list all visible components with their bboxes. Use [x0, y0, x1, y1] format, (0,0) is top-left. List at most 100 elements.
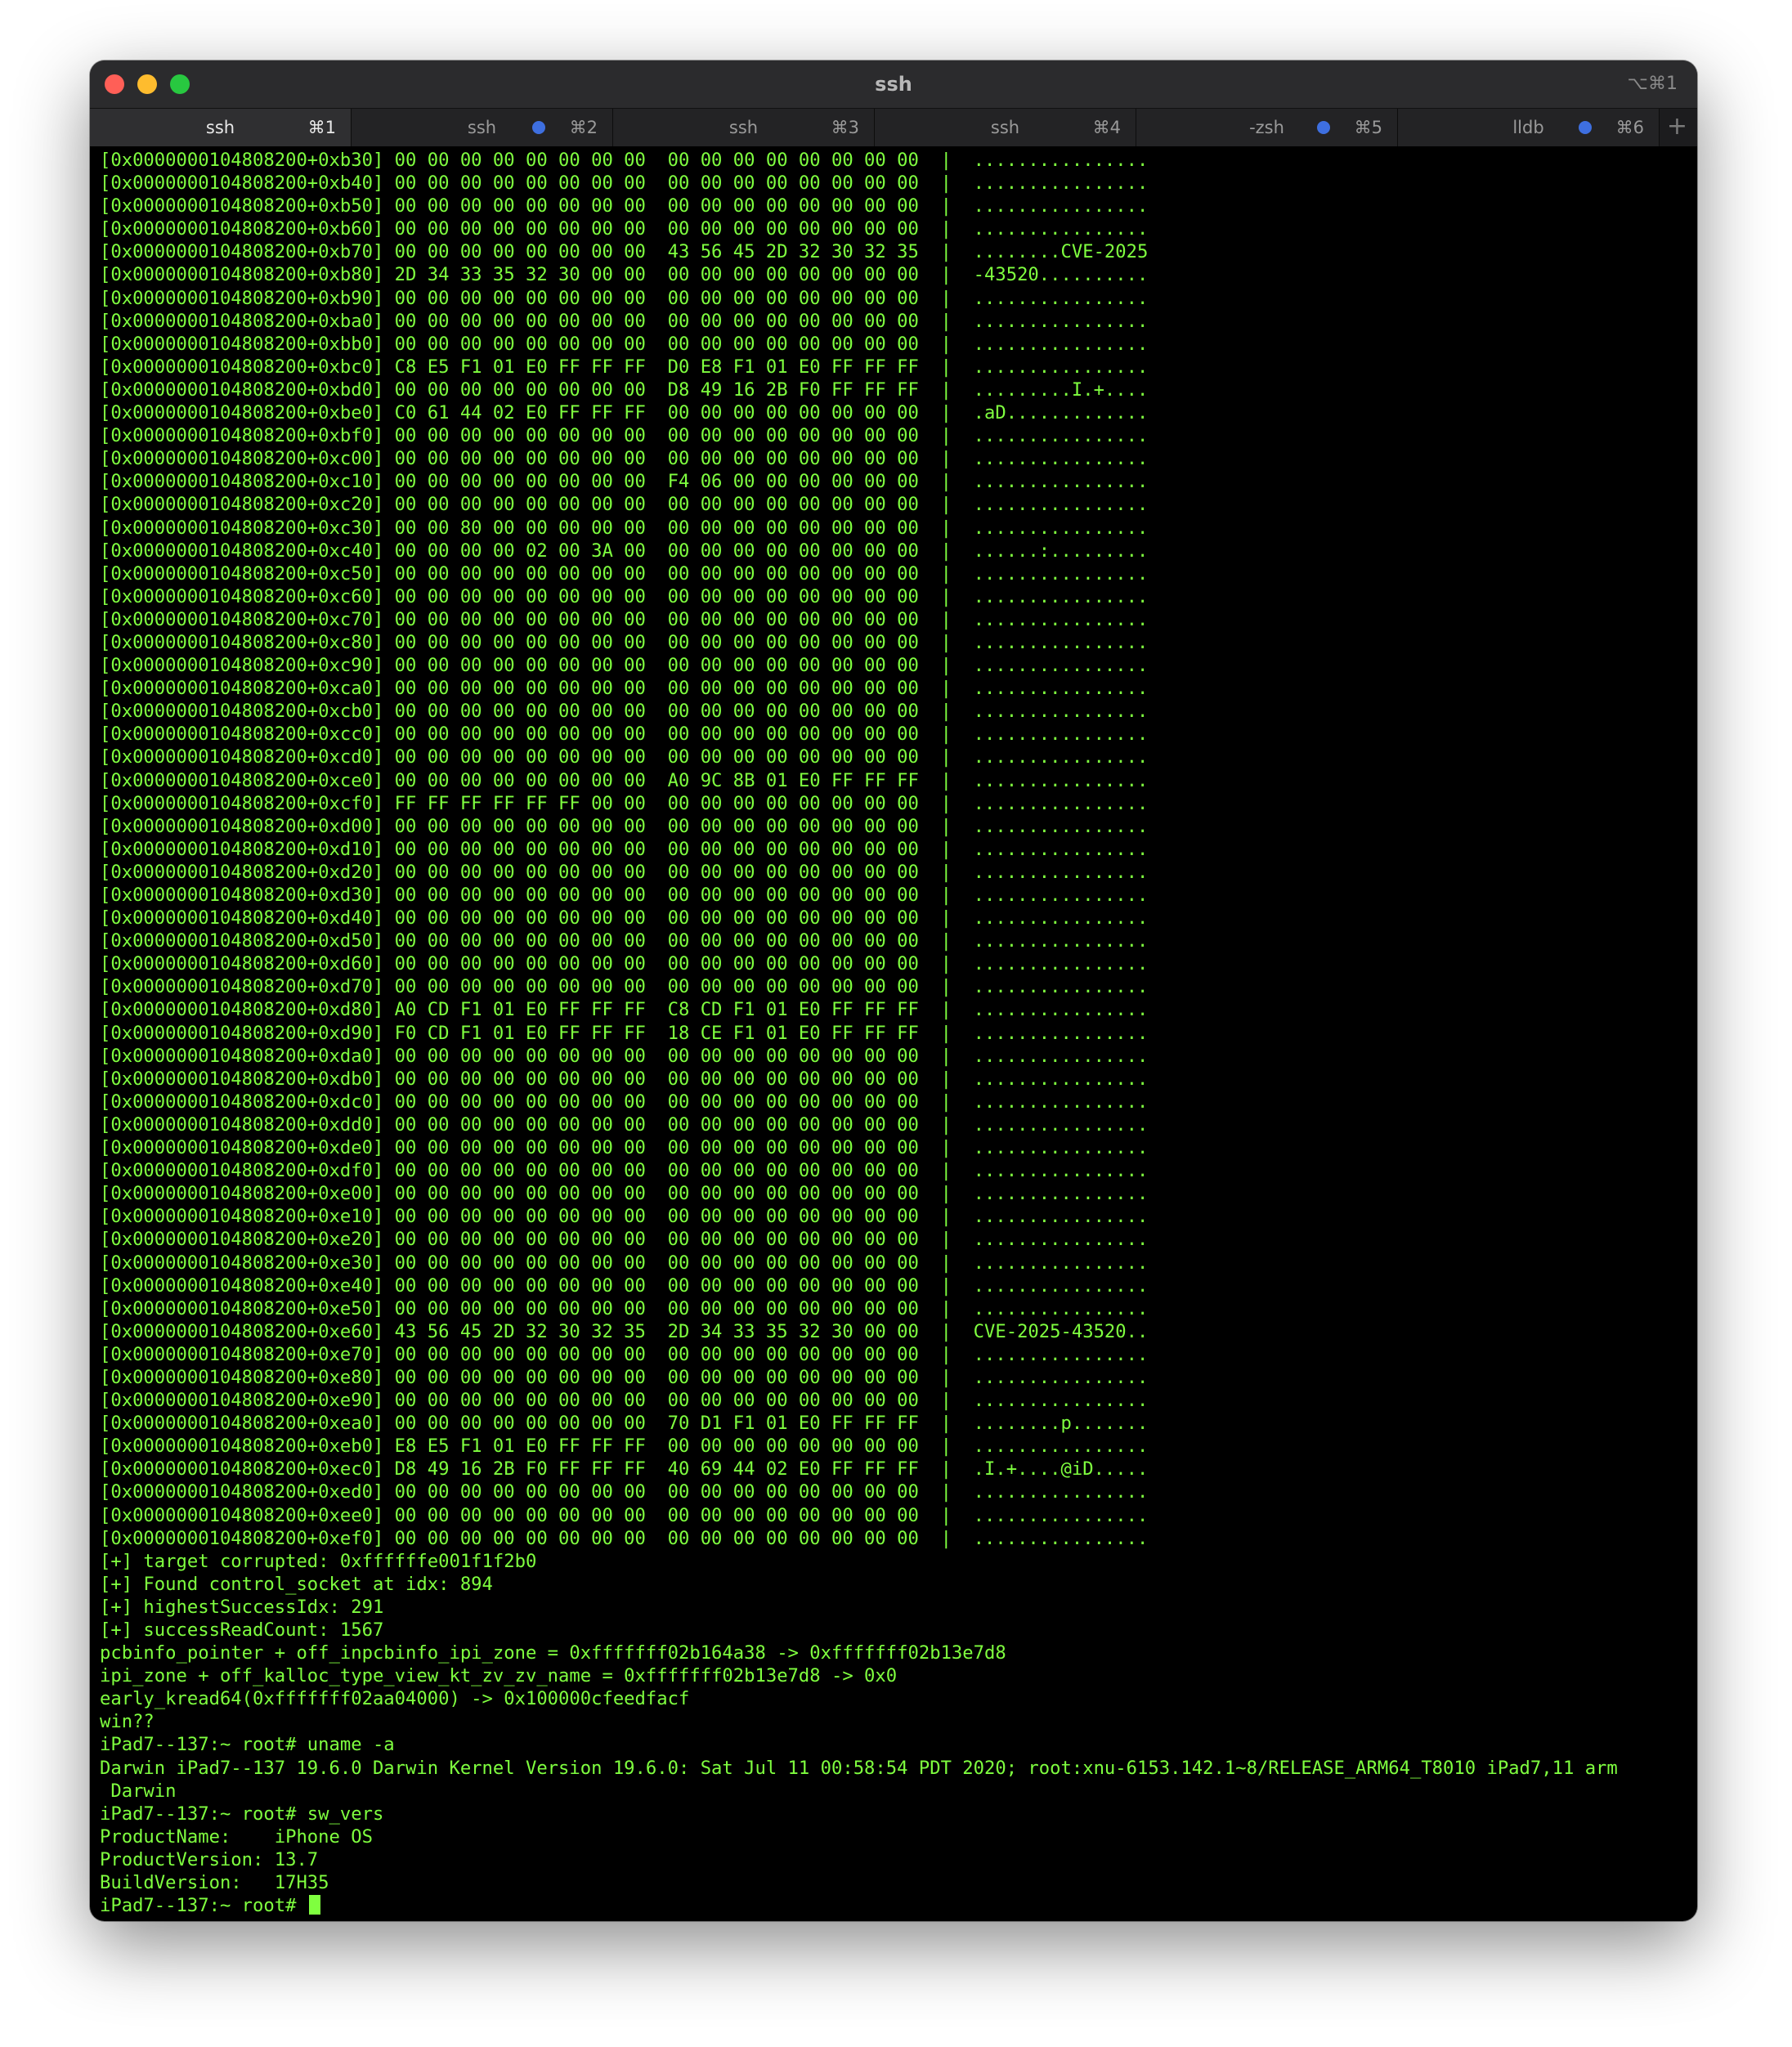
terminal-line: [0x0000000104808200+0xc30] 00 00 80 00 0… [100, 517, 1149, 539]
activity-dot-icon [1317, 121, 1330, 134]
terminal-line: [0x0000000104808200+0xdb0] 00 00 00 00 0… [100, 1068, 1149, 1090]
terminal-line: [0x0000000104808200+0xe20] 00 00 00 00 0… [100, 1229, 1149, 1251]
cursor-icon [308, 1895, 320, 1915]
terminal-line: [0x0000000104808200+0xc70] 00 00 00 00 0… [100, 608, 1149, 630]
terminal-window: ssh ⌥⌘1 ssh ⌘1 ssh ⌘2 ssh ⌘3 ssh ⌘4 -zsh… [90, 60, 1697, 1921]
terminal-line: [0x0000000104808200+0xe70] 00 00 00 00 0… [100, 1343, 1149, 1365]
terminal-line: [0x0000000104808200+0xeb0] E8 E5 F1 01 E… [100, 1436, 1149, 1458]
terminal-line: [0x0000000104808200+0xb80] 2D 34 33 35 3… [100, 264, 1149, 286]
terminal-line: [0x0000000104808200+0xda0] 00 00 00 00 0… [100, 1045, 1149, 1067]
terminal-line: [0x0000000104808200+0xc40] 00 00 00 00 0… [100, 540, 1149, 562]
terminal-line: [0x0000000104808200+0xb50] 00 00 00 00 0… [100, 195, 1149, 217]
terminal-line: [0x0000000104808200+0xca0] 00 00 00 00 0… [100, 678, 1149, 700]
terminal-line: [0x0000000104808200+0xe80] 00 00 00 00 0… [100, 1366, 1149, 1388]
tab-2[interactable]: ssh ⌘2 [352, 109, 613, 146]
terminal-line: [0x0000000104808200+0xd50] 00 00 00 00 0… [100, 930, 1149, 952]
terminal-line: [0x0000000104808200+0xce0] 00 00 00 00 0… [100, 769, 1149, 791]
prompt-line[interactable]: iPad7--137:~ root# [100, 1894, 1697, 1917]
terminal-line: [0x0000000104808200+0xe50] 00 00 00 00 0… [100, 1297, 1149, 1319]
activity-dot-icon [532, 121, 545, 134]
terminal-line: [0x0000000104808200+0xee0] 00 00 00 00 0… [100, 1504, 1149, 1526]
terminal-line: [0x0000000104808200+0xc60] 00 00 00 00 0… [100, 585, 1149, 607]
terminal-line: ipi_zone + off_kalloc_type_view_kt_zv_zv… [100, 1665, 898, 1687]
terminal-line: [0x0000000104808200+0xd30] 00 00 00 00 0… [100, 885, 1149, 906]
terminal-line: [0x0000000104808200+0xba0] 00 00 00 00 0… [100, 310, 1149, 332]
terminal-line: iPad7--137:~ root# uname -a [100, 1734, 395, 1756]
terminal-line: [0x0000000104808200+0xbe0] C0 61 44 02 E… [100, 402, 1149, 424]
tab-4[interactable]: ssh ⌘4 [875, 109, 1136, 146]
terminal-line: [0x0000000104808200+0xd40] 00 00 00 00 0… [100, 907, 1149, 929]
tab-shortcut: ⌘2 [569, 118, 598, 137]
terminal-line: [0x0000000104808200+0xe00] 00 00 00 00 0… [100, 1183, 1149, 1205]
terminal-line: [0x0000000104808200+0xde0] 00 00 00 00 0… [100, 1137, 1149, 1159]
terminal-line: [0x0000000104808200+0xe30] 00 00 00 00 0… [100, 1252, 1149, 1274]
tab-5[interactable]: -zsh ⌘5 [1136, 109, 1398, 146]
tab-6[interactable]: lldb ⌘6 [1398, 109, 1660, 146]
terminal-line: [0x0000000104808200+0xef0] 00 00 00 00 0… [100, 1527, 1149, 1549]
terminal-line: [0x0000000104808200+0xc50] 00 00 00 00 0… [100, 562, 1149, 585]
terminal-line: [0x0000000104808200+0xcb0] 00 00 00 00 0… [100, 701, 1149, 723]
terminal-line: [0x0000000104808200+0xc20] 00 00 00 00 0… [100, 494, 1149, 516]
window-shortcut: ⌥⌘1 [1627, 74, 1678, 94]
terminal-line: [0x0000000104808200+0xdf0] 00 00 00 00 0… [100, 1160, 1149, 1182]
terminal-line: ProductName: iPhone OS [100, 1825, 373, 1848]
terminal-line: [0x0000000104808200+0xbb0] 00 00 00 00 0… [100, 333, 1149, 355]
terminal-line: [0x0000000104808200+0xcf0] FF FF FF FF F… [100, 792, 1149, 814]
terminal-line: Darwin iPad7--137 19.6.0 Darwin Kernel V… [100, 1757, 1618, 1779]
activity-dot-icon [1579, 121, 1592, 134]
terminal-line: ProductVersion: 13.7 [100, 1848, 319, 1870]
terminal-line: [0x0000000104808200+0xd10] 00 00 00 00 0… [100, 838, 1149, 860]
terminal-line: [0x0000000104808200+0xcc0] 00 00 00 00 0… [100, 723, 1149, 746]
terminal-output[interactable]: [0x0000000104808200+0xb30] 00 00 00 00 0… [100, 149, 1697, 1921]
terminal-line: [0x0000000104808200+0xb30] 00 00 00 00 0… [100, 150, 1149, 171]
terminal-line: [0x0000000104808200+0xcd0] 00 00 00 00 0… [100, 746, 1149, 768]
terminal-line: [0x0000000104808200+0xd90] F0 CD F1 01 E… [100, 1022, 1149, 1044]
terminal-line: [0x0000000104808200+0xe40] 00 00 00 00 0… [100, 1274, 1149, 1297]
terminal-line: [0x0000000104808200+0xc80] 00 00 00 00 0… [100, 631, 1149, 653]
terminal-line: [0x0000000104808200+0xed0] 00 00 00 00 0… [100, 1481, 1149, 1503]
terminal-line: [0x0000000104808200+0xd70] 00 00 00 00 0… [100, 976, 1149, 998]
window-title: ssh [875, 73, 912, 96]
tab-shortcut: ⌘4 [1092, 118, 1121, 137]
terminal-line: [0x0000000104808200+0xc90] 00 00 00 00 0… [100, 655, 1149, 677]
terminal-line: Darwin [100, 1780, 177, 1802]
terminal-line: [0x0000000104808200+0xd60] 00 00 00 00 0… [100, 953, 1149, 975]
terminal-line: pcbinfo_pointer + off_inpcbinfo_ipi_zone… [100, 1642, 1006, 1664]
shell-prompt: iPad7--137:~ root# [100, 1895, 307, 1917]
terminal-line: [0x0000000104808200+0xd80] A0 CD F1 01 E… [100, 999, 1149, 1021]
terminal-line: [0x0000000104808200+0xd00] 00 00 00 00 0… [100, 815, 1149, 837]
terminal-line: [0x0000000104808200+0xe90] 00 00 00 00 0… [100, 1390, 1149, 1412]
tab-1[interactable]: ssh ⌘1 [90, 109, 352, 146]
terminal-line: [0x0000000104808200+0xc00] 00 00 00 00 0… [100, 448, 1149, 470]
terminal-line: [0x0000000104808200+0xec0] D8 49 16 2B F… [100, 1458, 1149, 1480]
tab-3[interactable]: ssh ⌘3 [613, 109, 875, 146]
terminal-line: [0x0000000104808200+0xe60] 43 56 45 2D 3… [100, 1320, 1149, 1342]
terminal-line: [+] Found control_socket at idx: 894 [100, 1573, 493, 1595]
tab-shortcut: ⌘6 [1615, 118, 1644, 137]
terminal-line: [+] target corrupted: 0xffffffe001f1f2b0 [100, 1550, 537, 1572]
terminal-line: early_kread64(0xfffffff02aa04000) -> 0x1… [100, 1688, 690, 1710]
title-bar[interactable]: ssh ⌥⌘1 [90, 60, 1697, 108]
terminal-line: [0x0000000104808200+0xd20] 00 00 00 00 0… [100, 861, 1149, 883]
terminal-line: iPad7--137:~ root# sw_vers [100, 1803, 384, 1825]
plus-icon: + [1666, 112, 1687, 141]
terminal-line: BuildVersion: 17H35 [100, 1872, 329, 1894]
tab-shortcut: ⌘3 [831, 118, 859, 137]
terminal-line: [0x0000000104808200+0xc10] 00 00 00 00 0… [100, 471, 1149, 493]
terminal-line: [0x0000000104808200+0xbf0] 00 00 00 00 0… [100, 425, 1149, 447]
tab-bar: ssh ⌘1 ssh ⌘2 ssh ⌘3 ssh ⌘4 -zsh ⌘5 lldb… [90, 108, 1697, 146]
terminal-line: [+] highestSuccessIdx: 291 [100, 1596, 384, 1618]
new-tab-button[interactable]: + [1660, 109, 1697, 146]
terminal-line: [+] successReadCount: 1567 [100, 1619, 384, 1641]
tab-shortcut: ⌘5 [1354, 118, 1382, 137]
terminal-line: [0x0000000104808200+0xea0] 00 00 00 00 0… [100, 1413, 1149, 1435]
terminal-line: [0x0000000104808200+0xb70] 00 00 00 00 0… [100, 241, 1149, 263]
terminal-line: [0x0000000104808200+0xe10] 00 00 00 00 0… [100, 1206, 1149, 1228]
terminal-line: [0x0000000104808200+0xdc0] 00 00 00 00 0… [100, 1091, 1149, 1113]
terminal-line: [0x0000000104808200+0xb40] 00 00 00 00 0… [100, 172, 1149, 195]
terminal-line: [0x0000000104808200+0xb90] 00 00 00 00 0… [100, 287, 1149, 309]
tab-shortcut: ⌘1 [307, 118, 336, 137]
terminal-line: [0x0000000104808200+0xdd0] 00 00 00 00 0… [100, 1113, 1149, 1135]
terminal-line: [0x0000000104808200+0xb60] 00 00 00 00 0… [100, 218, 1149, 240]
terminal-line: win?? [100, 1711, 155, 1733]
